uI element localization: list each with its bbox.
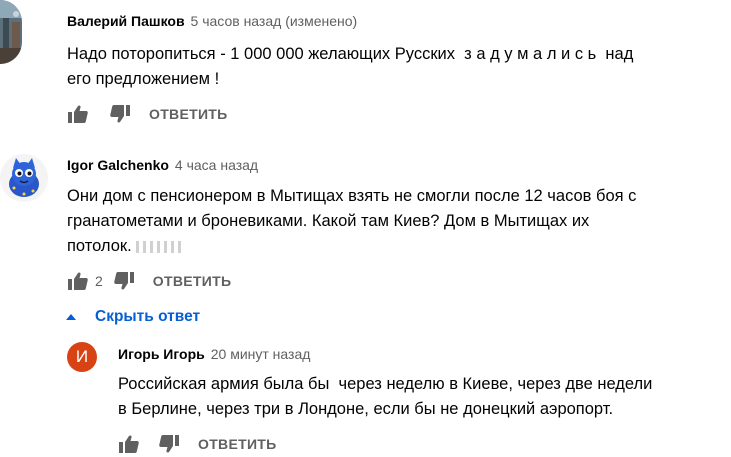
thumbs-up-icon bbox=[119, 435, 139, 453]
comment-text: Российская армия была бы через неделю в … bbox=[118, 372, 652, 422]
hide-replies-label[interactable]: Скрыть ответ bbox=[95, 308, 200, 326]
comment-text-line: Российская армия была бы через неделю в … bbox=[118, 375, 653, 393]
dislike-button[interactable] bbox=[109, 103, 131, 125]
comment-text-line-3: потолок. bbox=[67, 234, 636, 259]
thumbs-down-icon bbox=[114, 272, 134, 290]
emoji-placeholder bbox=[132, 237, 181, 255]
comment-text: Надо поторопиться - 1 000 000 желающих Р… bbox=[67, 42, 633, 92]
comment-time[interactable]: 4 часа назад bbox=[175, 157, 258, 173]
comment-time[interactable]: 5 часов назад (изменено) bbox=[191, 13, 358, 29]
avatar-letter: И bbox=[75, 347, 89, 366]
like-count: 2 bbox=[95, 273, 103, 289]
comment-actions: 2 ОТВЕТИТЬ bbox=[67, 269, 231, 293]
reply-button[interactable]: ОТВЕТИТЬ bbox=[153, 273, 232, 289]
like-button[interactable] bbox=[118, 433, 140, 455]
like-button[interactable] bbox=[67, 270, 89, 292]
author-name[interactable]: Игорь Игорь bbox=[118, 346, 205, 362]
comment-actions: ОТВЕТИТЬ bbox=[67, 102, 228, 126]
avatar[interactable] bbox=[0, 154, 48, 202]
reply-button[interactable]: ОТВЕТИТЬ bbox=[149, 106, 228, 122]
comment-author[interactable]: Валерий Пашков 5 часов назад (изменено) bbox=[67, 13, 357, 29]
avatar[interactable]: И bbox=[67, 342, 97, 372]
dislike-button[interactable] bbox=[158, 433, 180, 455]
author-name[interactable]: Igor Galchenko bbox=[67, 157, 169, 173]
comment-author[interactable]: Igor Galchenko 4 часа назад bbox=[67, 157, 258, 173]
like-button[interactable] bbox=[67, 103, 89, 125]
comment-text-line: потолок. bbox=[67, 237, 132, 255]
reply-button[interactable]: ОТВЕТИТЬ bbox=[198, 436, 277, 452]
dislike-button[interactable] bbox=[113, 270, 135, 292]
thumbs-up-icon bbox=[68, 105, 88, 123]
comment-text-line: Они дом с пенсионером в Мытищах взять не… bbox=[67, 187, 637, 205]
chevron-up-icon bbox=[66, 314, 76, 320]
hide-replies-button[interactable]: Скрыть ответ bbox=[66, 308, 200, 326]
author-name[interactable]: Валерий Пашков bbox=[67, 13, 185, 29]
thumbs-down-icon bbox=[110, 105, 130, 123]
comment-author[interactable]: Игорь Игорь 20 минут назад bbox=[118, 346, 310, 362]
comment-text: Они дом с пенсионером в Мытищах взять не… bbox=[67, 184, 636, 259]
avatar[interactable] bbox=[0, 0, 22, 64]
comment-time[interactable]: 20 минут назад bbox=[211, 346, 311, 362]
thumbs-up-icon bbox=[68, 272, 88, 290]
comment-text-line: его предложением ! bbox=[67, 70, 220, 88]
comment-text-line: гранатометами и броневиками. Какой там К… bbox=[67, 212, 590, 230]
thumbs-down-icon bbox=[159, 435, 179, 453]
comment-text-line: в Берлине, через три в Лондоне, если бы … bbox=[118, 400, 614, 418]
comment-actions: ОТВЕТИТЬ bbox=[118, 432, 277, 456]
comment-text-line: Надо поторопиться - 1 000 000 желающих Р… bbox=[67, 45, 634, 63]
